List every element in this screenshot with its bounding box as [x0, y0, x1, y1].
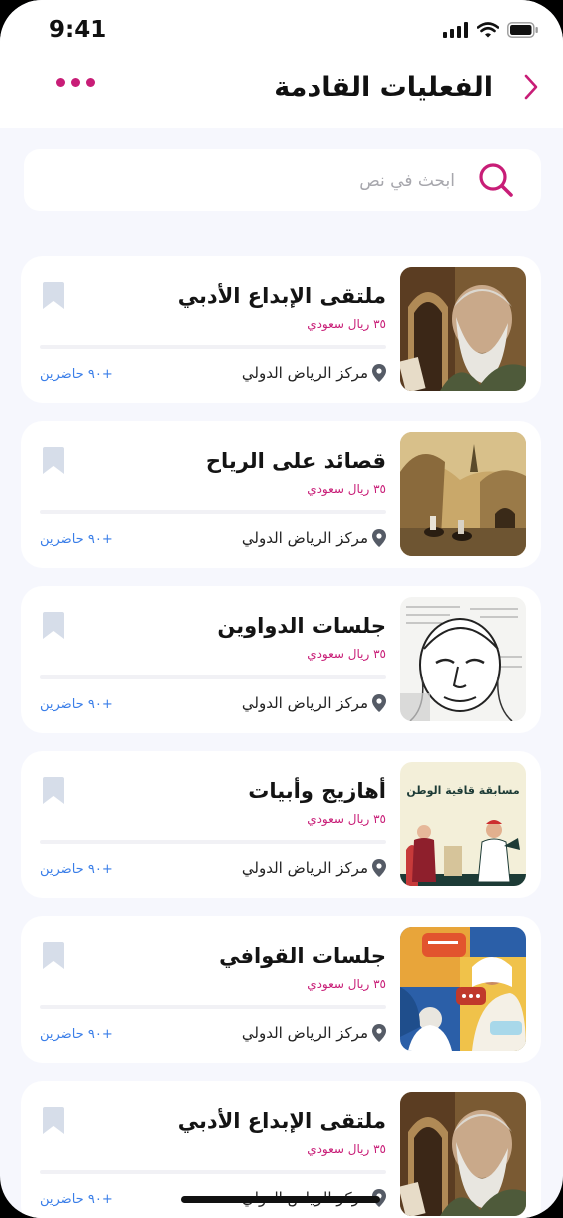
search-bar[interactable] [24, 149, 541, 211]
event-title: أهازيج وأبيات [248, 779, 386, 803]
divider [40, 1005, 386, 1009]
divider [40, 510, 386, 514]
divider [40, 675, 386, 679]
event-location-text: مركز الرياض الدولي [241, 529, 368, 547]
dot-icon [86, 78, 95, 87]
event-location-text: مركز الرياض الدولي [241, 1024, 368, 1042]
event-card[interactable]: ملتقى الإبداع الأدبي ٣٥ ريال سعودي مركز … [21, 256, 541, 403]
cellular-signal-icon [443, 22, 468, 38]
event-image-colorful-conversation-illustration [400, 927, 526, 1051]
event-title: جلسات الدواوين [217, 614, 386, 638]
location-pin-icon [372, 859, 386, 877]
event-attendees: +٩٠ حاضرين [40, 1192, 113, 1207]
event-location-text: مركز الرياض الدولي [241, 859, 368, 877]
event-attendees: +٩٠ حاضرين [40, 697, 113, 712]
bookmark-icon[interactable] [43, 612, 64, 639]
event-card[interactable]: قصائد على الرياح ٣٥ ريال سعودي مركز الري… [21, 421, 541, 568]
event-attendees: +٩٠ حاضرين [40, 367, 113, 382]
event-price: ٣٥ ريال سعودي [307, 647, 386, 661]
bookmark-icon[interactable] [43, 282, 64, 309]
event-attendees: +٩٠ حاضرين [40, 862, 113, 877]
location-pin-icon [372, 1024, 386, 1042]
dot-icon [56, 78, 65, 87]
status-icons [443, 22, 539, 38]
event-price: ٣٥ ريال سعودي [307, 482, 386, 496]
location-pin-icon [372, 694, 386, 712]
bookmark-icon[interactable] [43, 777, 64, 804]
location-pin-icon [372, 529, 386, 547]
event-title: قصائد على الرياح [205, 449, 386, 473]
more-options-button[interactable] [56, 78, 95, 87]
home-indicator[interactable] [181, 1196, 380, 1203]
event-image-poetry-competition-illustration: مسابقة قافية الوطن [400, 762, 526, 886]
event-price: ٣٥ ريال سعودي [307, 317, 386, 331]
event-price: ٣٥ ريال سعودي [307, 977, 386, 991]
search-input[interactable] [153, 165, 457, 197]
chevron-right-icon [524, 74, 538, 100]
event-price: ٣٥ ريال سعودي [307, 1142, 386, 1156]
top-bar: 9:41 الفعليات القادمة [0, 0, 563, 128]
event-title: ملتقى الإبداع الأدبي [177, 1109, 386, 1133]
event-location-text: مركز الرياض الدولي [241, 364, 368, 382]
events-list: ملتقى الإبداع الأدبي ٣٥ ريال سعودي مركز … [21, 256, 541, 1218]
event-title: جلسات القوافي [219, 944, 386, 968]
event-location: مركز الرياض الدولي [242, 1024, 386, 1042]
event-attendees: +٩٠ حاضرين [40, 532, 113, 547]
event-image-elder-portrait [400, 1092, 526, 1216]
divider [40, 345, 386, 349]
location-pin-icon [372, 364, 386, 382]
bookmark-icon[interactable] [43, 942, 64, 969]
dot-icon [71, 78, 80, 87]
page-title: الفعليات القادمة [274, 72, 493, 103]
event-image-desert-caravan-painting [400, 432, 526, 556]
event-location: مركز الرياض الدولي [242, 694, 386, 712]
event-location: مركز الرياض الدولي [242, 529, 386, 547]
event-card[interactable]: مسابقة قافية الوطن أهازيج وأبيات ٣٥ ريال… [21, 751, 541, 898]
divider [40, 1170, 386, 1174]
event-location: مركز الرياض الدولي [242, 364, 386, 382]
event-location: مركز الرياض الدولي [242, 859, 386, 877]
event-card[interactable]: جلسات القوافي ٣٥ ريال سعودي مركز الرياض … [21, 916, 541, 1063]
event-attendees: +٩٠ حاضرين [40, 1027, 113, 1042]
bookmark-icon[interactable] [43, 1107, 64, 1134]
event-location-text: مركز الرياض الدولي [241, 694, 368, 712]
bookmark-icon[interactable] [43, 447, 64, 474]
back-button[interactable] [517, 70, 545, 104]
event-image-caption: مسابقة قافية الوطن [406, 784, 519, 797]
divider [40, 840, 386, 844]
battery-icon [507, 22, 538, 38]
event-image-elder-portrait [400, 267, 526, 391]
event-image-sketch-poet-portrait [400, 597, 526, 721]
wifi-icon [477, 22, 499, 38]
event-title: ملتقى الإبداع الأدبي [177, 284, 386, 308]
status-time: 9:41 [49, 17, 107, 43]
event-price: ٣٥ ريال سعودي [307, 812, 386, 826]
event-card[interactable]: جلسات الدواوين ٣٥ ريال سعودي مركز الرياض… [21, 586, 541, 733]
search-icon[interactable] [477, 161, 515, 199]
phone-screen: 9:41 الفعليات القادمة ابحث في نص ملتقى ا… [0, 0, 563, 1218]
